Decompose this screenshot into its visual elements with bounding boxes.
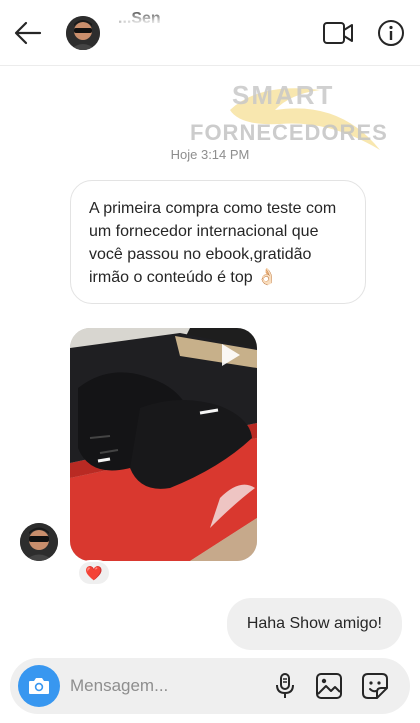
- heart-reaction[interactable]: ❤️: [77, 560, 111, 586]
- watermark-line1: SMART: [232, 80, 335, 110]
- incoming-message-bubble[interactable]: A primeira compra como teste com um forn…: [70, 180, 366, 304]
- play-icon[interactable]: [220, 342, 242, 368]
- name-redaction: [112, 16, 208, 52]
- microphone-icon: [276, 673, 294, 698]
- video-camera-icon: [323, 22, 353, 44]
- back-button[interactable]: [12, 17, 44, 49]
- contact-avatar[interactable]: [66, 16, 100, 50]
- message-composer: [10, 658, 410, 714]
- video-call-button[interactable]: [322, 19, 354, 47]
- microphone-button[interactable]: [270, 671, 300, 701]
- message-input[interactable]: [70, 672, 260, 700]
- chat-header: ...Sen: [0, 0, 420, 66]
- sticker-button[interactable]: [360, 671, 390, 701]
- watermark-line2: FORNECEDORES: [190, 120, 388, 145]
- camera-button[interactable]: [18, 665, 60, 707]
- sticker-icon: [362, 673, 388, 699]
- video-message[interactable]: [70, 328, 257, 561]
- camera-icon: [29, 678, 49, 694]
- image-icon: [316, 673, 342, 699]
- message-timestamp: Hoje 3:14 PM: [170, 147, 250, 162]
- info-icon: [378, 20, 404, 46]
- info-button[interactable]: [376, 18, 406, 48]
- outgoing-message-bubble[interactable]: Haha Show amigo!: [226, 598, 402, 650]
- gallery-button[interactable]: [314, 671, 344, 701]
- arrow-left-icon: [14, 21, 42, 45]
- sender-avatar[interactable]: [20, 523, 58, 561]
